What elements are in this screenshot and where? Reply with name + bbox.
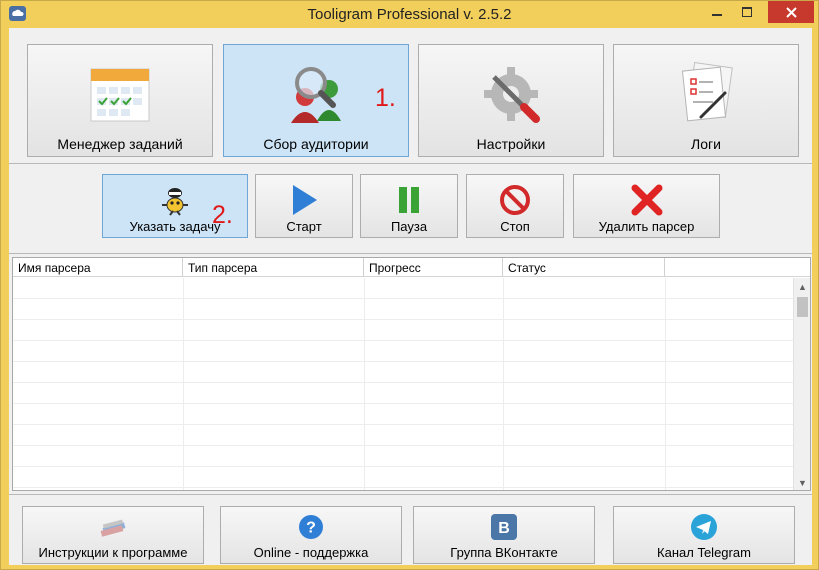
column-divider bbox=[364, 278, 365, 490]
start-button[interactable]: Старт bbox=[255, 174, 353, 238]
main-tabs-panel: Менеджер заданий Сбор аудитории Настройк… bbox=[9, 28, 812, 164]
column-header-progress[interactable]: Прогресс bbox=[364, 258, 503, 277]
title-bar[interactable]: Tooligram Professional v. 2.5.2 bbox=[1, 1, 818, 28]
column-divider bbox=[183, 278, 184, 490]
telegram-channel-button[interactable]: Канал Telegram bbox=[613, 506, 795, 564]
toolbar-panel: Указать задачу 2. Старт Пауза Стоп Удали… bbox=[9, 165, 812, 254]
maximize-icon bbox=[742, 7, 752, 17]
window-title: Tooligram Professional v. 2.5.2 bbox=[307, 6, 512, 23]
people-search-icon bbox=[291, 67, 341, 123]
button-label: Старт bbox=[286, 219, 322, 234]
button-label: Удалить парсер bbox=[598, 219, 695, 234]
column-header-parser-type[interactable]: Тип парсера bbox=[183, 258, 364, 277]
scroll-thumb[interactable] bbox=[797, 297, 808, 317]
column-header-status[interactable]: Статус bbox=[503, 258, 665, 277]
button-label: Online - поддержка bbox=[253, 545, 369, 560]
help-icon: ? bbox=[299, 515, 323, 539]
parsers-table[interactable]: Имя парсера Тип парсера Прогресс Статус bbox=[12, 257, 811, 491]
column-divider bbox=[503, 278, 504, 490]
pause-icon bbox=[399, 187, 419, 213]
minimize-button[interactable] bbox=[706, 1, 728, 23]
table-row bbox=[13, 341, 795, 362]
tab-task-manager[interactable]: Менеджер заданий bbox=[27, 44, 213, 157]
table-row bbox=[13, 299, 795, 320]
table-header: Имя парсера Тип парсера Прогресс Статус bbox=[13, 258, 810, 277]
robot-task-icon bbox=[162, 188, 188, 216]
tab-label: Менеджер заданий bbox=[57, 136, 183, 152]
tab-settings[interactable]: Настройки bbox=[418, 44, 604, 157]
table-row bbox=[13, 320, 795, 341]
annotation-step-1: 1. bbox=[375, 84, 396, 112]
gear-tools-icon bbox=[484, 67, 540, 123]
books-icon bbox=[100, 519, 126, 537]
footer-panel: Инструкции к программе ? Online - поддер… bbox=[9, 494, 812, 565]
svg-text:?: ? bbox=[306, 520, 316, 537]
log-pages-icon bbox=[681, 62, 733, 122]
vk-icon: B bbox=[491, 514, 517, 540]
delete-parser-button[interactable]: Удалить парсер bbox=[573, 174, 720, 238]
maximize-button[interactable] bbox=[736, 1, 758, 23]
vertical-scrollbar[interactable]: ▲ ▼ bbox=[793, 278, 810, 490]
table-row bbox=[13, 446, 795, 467]
column-header-parser-name[interactable]: Имя парсера bbox=[13, 258, 183, 277]
button-label: Инструкции к программе bbox=[38, 545, 188, 560]
pause-button[interactable]: Пауза bbox=[360, 174, 458, 238]
close-icon bbox=[785, 6, 797, 18]
button-label: Канал Telegram bbox=[657, 545, 751, 560]
table-row bbox=[13, 404, 795, 425]
close-button[interactable] bbox=[768, 1, 814, 23]
column-header-filler bbox=[665, 258, 810, 277]
vk-group-button[interactable]: B Группа ВКонтакте bbox=[413, 506, 595, 564]
table-row bbox=[13, 467, 795, 488]
table-row bbox=[13, 383, 795, 404]
table-body[interactable] bbox=[13, 278, 795, 490]
button-label: Пауза bbox=[390, 219, 428, 234]
calendar-icon bbox=[90, 68, 150, 122]
stop-button[interactable]: Стоп bbox=[466, 174, 564, 238]
client-area: Менеджер заданий Сбор аудитории Настройк… bbox=[9, 28, 812, 565]
svg-text:B: B bbox=[498, 520, 510, 537]
stop-icon bbox=[500, 185, 530, 215]
table-row bbox=[13, 278, 795, 299]
button-label: Группа ВКонтакте bbox=[450, 545, 558, 560]
tab-label: Настройки bbox=[476, 136, 546, 152]
instructions-button[interactable]: Инструкции к программе bbox=[22, 506, 204, 564]
column-divider bbox=[665, 278, 666, 490]
table-row bbox=[13, 425, 795, 446]
tab-logs[interactable]: Логи bbox=[613, 44, 799, 157]
play-icon bbox=[293, 185, 317, 215]
minimize-icon bbox=[712, 14, 722, 16]
delete-x-icon bbox=[631, 184, 662, 216]
online-support-button[interactable]: ? Online - поддержка bbox=[220, 506, 402, 564]
annotation-step-2: 2. bbox=[212, 201, 233, 229]
telegram-icon bbox=[691, 514, 717, 540]
scroll-down-arrow-icon[interactable]: ▼ bbox=[794, 474, 810, 490]
app-window: Tooligram Professional v. 2.5.2 Менеджер… bbox=[0, 0, 819, 570]
table-row bbox=[13, 362, 795, 383]
tab-label: Сбор аудитории bbox=[263, 136, 369, 152]
tab-label: Логи bbox=[691, 136, 721, 152]
scroll-up-arrow-icon[interactable]: ▲ bbox=[794, 278, 810, 295]
button-label: Стоп bbox=[500, 219, 530, 234]
